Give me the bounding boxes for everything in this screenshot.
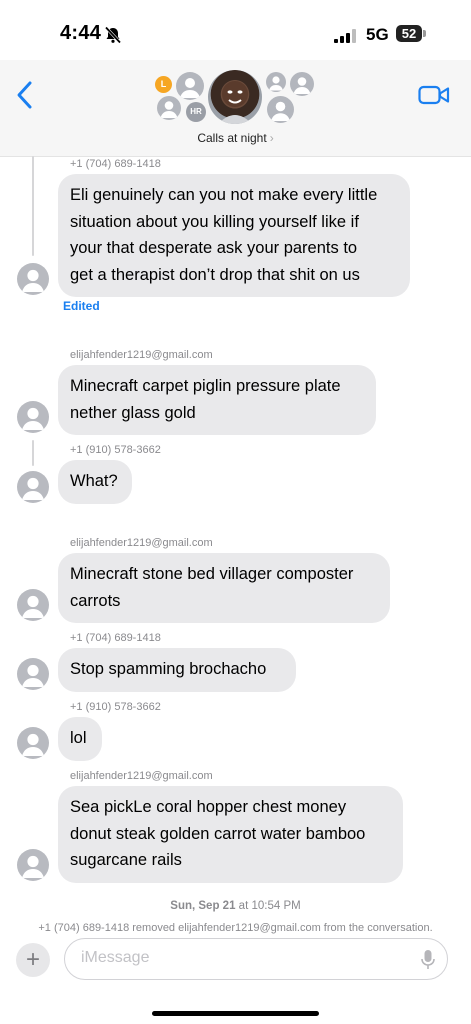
message-bubble[interactable]: Sea pickLe coral hopper chest money donu… xyxy=(58,786,403,883)
message-line: get a therapist don’t drop that shit on … xyxy=(70,265,360,284)
message-line: situation about you killing yourself lik… xyxy=(70,212,359,231)
facetime-video-icon[interactable] xyxy=(418,84,450,111)
message-line: sugarcane rails xyxy=(70,851,182,869)
sender-avatar[interactable] xyxy=(17,263,49,295)
message-line: nether glass gold xyxy=(70,403,196,422)
participant-avatar[interactable] xyxy=(290,72,314,96)
sender-avatar[interactable] xyxy=(17,849,49,881)
network-type: 5G xyxy=(366,25,389,44)
participant-avatar[interactable] xyxy=(266,72,286,92)
microphone-icon[interactable] xyxy=(421,949,435,976)
message-line: Stop spamming brochacho xyxy=(70,660,267,678)
reply-thread-line xyxy=(32,440,34,466)
system-message: +1 (704) 689-1418 removed elijahfender12… xyxy=(38,922,433,934)
message-line: Sea pickLe coral hopper chest money xyxy=(70,798,347,816)
chevron-right-icon: › xyxy=(269,131,274,145)
message-bubble[interactable]: lol xyxy=(58,717,102,761)
sender-label: elijahfender1219@gmail.com xyxy=(70,349,213,361)
message-line: your that desperate ask your parents to xyxy=(70,239,358,257)
message-timestamp: Sun, Sep 21 at 10:54 PM xyxy=(0,900,471,912)
participant-avatar[interactable] xyxy=(157,96,181,120)
battery-level: 52 xyxy=(396,25,422,42)
sender-label: elijahfender1219@gmail.com xyxy=(70,770,213,782)
conversation-header: L HR Calls at night › xyxy=(0,60,471,157)
sender-label: +1 (704) 689-1418 xyxy=(70,632,161,644)
message-line: Eli genuinely can you not make every lit… xyxy=(70,186,378,204)
participant-avatar[interactable] xyxy=(176,72,204,100)
timestamp-date: Sun, Sep 21 xyxy=(170,900,236,912)
message-bubble[interactable]: Minecraft stone bed villager composter c… xyxy=(58,553,390,623)
sender-label: +1 (910) 578-3662 xyxy=(70,444,161,456)
message-line: What? xyxy=(70,472,118,490)
message-bubble[interactable]: What? xyxy=(58,460,132,504)
edited-label[interactable]: Edited xyxy=(63,299,100,313)
participant-initials-avatar[interactable]: HR xyxy=(186,102,206,122)
message-line: carrots xyxy=(70,591,121,610)
timestamp-time: 10:54 PM xyxy=(251,900,301,912)
status-time: 4:44 xyxy=(60,22,102,44)
home-indicator[interactable] xyxy=(152,1011,319,1016)
plus-icon[interactable]: + xyxy=(16,943,50,977)
message-line: lol xyxy=(70,729,87,747)
participant-initials-avatar[interactable]: L xyxy=(155,76,172,93)
sender-label: elijahfender1219@gmail.com xyxy=(70,537,213,549)
sender-avatar[interactable] xyxy=(17,589,49,621)
reply-thread-line xyxy=(32,156,34,256)
battery-icon: 52 xyxy=(396,25,426,42)
back-chevron-icon[interactable] xyxy=(14,80,36,115)
message-thread[interactable]: +1 (704) 689-1418 Eli genuinely can you … xyxy=(0,156,471,936)
group-name-label: Calls at night xyxy=(197,131,267,145)
status-bar: 4:44 5G 52 xyxy=(0,0,471,60)
group-name[interactable]: Calls at night › xyxy=(0,131,471,145)
bell-slash-icon xyxy=(104,26,122,49)
message-bubble[interactable]: Minecraft carpet piglin pressure plate n… xyxy=(58,365,376,435)
message-line: Minecraft stone bed villager composter xyxy=(70,565,354,583)
sender-avatar[interactable] xyxy=(17,471,49,503)
timestamp-at: at xyxy=(238,900,249,912)
sender-avatar[interactable] xyxy=(17,401,49,433)
sender-avatar[interactable] xyxy=(17,658,49,690)
sender-label: +1 (910) 578-3662 xyxy=(70,701,161,713)
sender-label: +1 (704) 689-1418 xyxy=(70,158,161,170)
message-bubble[interactable]: Stop spamming brochacho xyxy=(58,648,296,692)
message-line: donut steak golden carrot water bamboo xyxy=(70,824,366,843)
imessage-input[interactable] xyxy=(79,948,403,968)
message-line: Minecraft carpet piglin pressure plate xyxy=(70,377,341,395)
cellular-signal-icon xyxy=(334,29,358,48)
message-bubble[interactable]: Eli genuinely can you not make every lit… xyxy=(58,174,410,297)
group-photo-avatar[interactable] xyxy=(208,70,262,124)
participant-avatar[interactable] xyxy=(267,96,294,123)
imessage-input-field[interactable] xyxy=(64,938,448,980)
sender-avatar[interactable] xyxy=(17,727,49,759)
